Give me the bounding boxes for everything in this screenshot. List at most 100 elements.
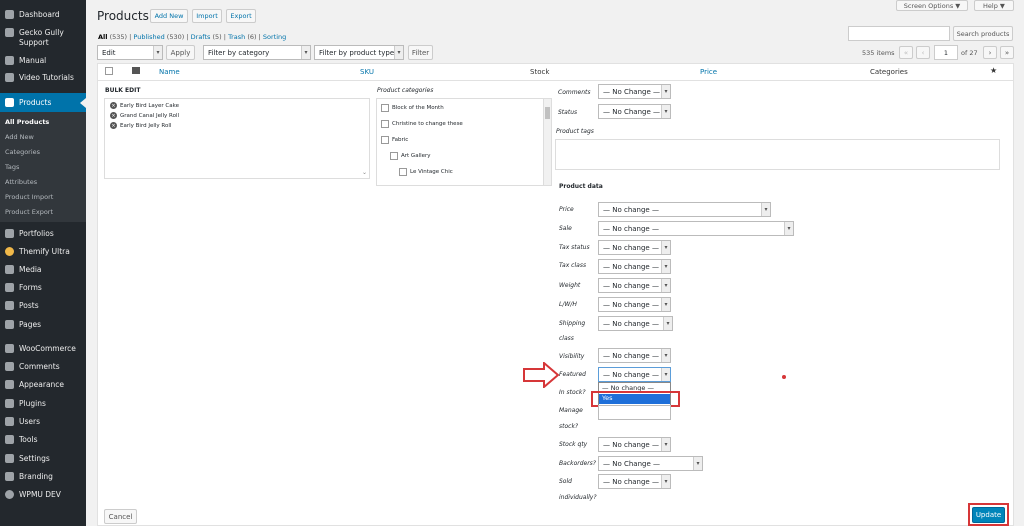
export-button[interactable]: Export	[226, 9, 256, 23]
submenu-all-products[interactable]: All Products	[5, 118, 49, 126]
featured-select[interactable]: — No change — ▾	[598, 367, 671, 382]
remove-icon[interactable]: ×	[110, 112, 117, 119]
search-input[interactable]	[848, 26, 950, 41]
chevron-down-icon: ▾	[661, 349, 670, 362]
menu-dashboard[interactable]: Dashboard	[0, 8, 86, 20]
settings-icon	[5, 454, 14, 463]
apply-button[interactable]: Apply	[166, 45, 195, 60]
category-checkbox[interactable]	[381, 136, 389, 144]
pages-icon	[5, 320, 14, 329]
backorders-select[interactable]: — No Change — ▾	[598, 456, 703, 471]
menu-gecko-gully[interactable]: Gecko Gully	[0, 27, 86, 37]
category-filter-select[interactable]: Filter by category ▾	[203, 45, 311, 60]
sale-select[interactable]: — No change — ▾	[598, 221, 794, 236]
menu-video-tutorials[interactable]: Video Tutorials	[0, 72, 86, 83]
sold-individually-select[interactable]: — No change — ▾	[598, 474, 671, 489]
bulk-item: × Early Bird Jelly Roll	[110, 122, 172, 129]
submenu-attributes[interactable]: Attributes	[5, 178, 37, 186]
prev-page-button[interactable]: ‹	[916, 46, 930, 59]
update-button[interactable]: Update	[972, 507, 1005, 523]
menu-plugins[interactable]: Plugins	[0, 398, 86, 409]
menu-pages[interactable]: Pages	[0, 319, 86, 330]
submenu-product-export[interactable]: Product Export	[5, 208, 53, 216]
filter-sorting[interactable]: Sorting	[263, 33, 286, 41]
stock-qty-label: Stock qty	[559, 441, 588, 448]
remove-icon[interactable]: ×	[110, 102, 117, 109]
filter-drafts[interactable]: Drafts	[191, 33, 211, 41]
sold-individually-label-2: individually?	[559, 494, 597, 501]
remove-icon[interactable]: ×	[110, 122, 117, 129]
status-select[interactable]: — No Change — ▾	[598, 104, 671, 119]
weight-select[interactable]: — No change — ▾	[598, 278, 671, 293]
category-checkbox[interactable]	[381, 120, 389, 128]
column-price[interactable]: Price	[700, 68, 717, 76]
menu-appearance[interactable]: Appearance	[0, 379, 86, 390]
page-number-input[interactable]: 1	[934, 45, 958, 60]
menu-themify-ultra[interactable]: Themify Ultra	[0, 246, 86, 257]
menu-woocommerce[interactable]: WooCommerce	[0, 343, 86, 354]
menu-manual[interactable]: Manual	[0, 55, 86, 66]
help-button[interactable]: Help ▼	[974, 0, 1014, 11]
box-icon	[5, 98, 14, 107]
first-page-button[interactable]: «	[899, 46, 913, 59]
chevron-down-icon: ▾	[661, 298, 670, 311]
screen-options-button[interactable]: Screen Options ▼	[896, 0, 968, 11]
import-button[interactable]: Import	[192, 9, 222, 23]
menu-comments[interactable]: Comments	[0, 361, 86, 372]
search-products-button[interactable]: Search products	[953, 26, 1013, 41]
price-select[interactable]: — No change — ▾	[598, 202, 771, 217]
menu-wpmu-dev[interactable]: WPMU DEV	[0, 489, 86, 500]
categories-scrollbar[interactable]	[543, 99, 551, 185]
filter-all[interactable]: All	[98, 33, 108, 41]
manage-stock-label: Manage	[559, 407, 583, 414]
filter-button[interactable]: Filter	[408, 45, 433, 60]
menu-media[interactable]: Media	[0, 264, 86, 275]
menu-users[interactable]: Users	[0, 416, 86, 427]
price-label: Price	[559, 206, 574, 213]
menu-forms[interactable]: Forms	[0, 282, 86, 293]
submenu-add-new[interactable]: Add New	[5, 133, 34, 141]
submenu-product-import[interactable]: Product Import	[5, 193, 53, 201]
scroll-down-icon[interactable]: ⌄	[362, 169, 367, 176]
cancel-button[interactable]: Cancel	[104, 509, 137, 524]
tax-class-select[interactable]: — No change — ▾	[598, 259, 671, 274]
filter-trash[interactable]: Trash	[228, 33, 245, 41]
stock-qty-select[interactable]: — No change — ▾	[598, 437, 671, 452]
product-tags-textarea[interactable]	[555, 139, 1000, 170]
submenu-categories[interactable]: Categories	[5, 148, 40, 156]
column-name[interactable]: Name	[159, 68, 180, 76]
submenu-tags[interactable]: Tags	[5, 163, 19, 171]
column-categories: Categories	[870, 68, 908, 76]
shipping-class-select[interactable]: — No change — ▾	[598, 316, 673, 331]
menu-support[interactable]: Support	[0, 37, 86, 47]
bulk-action-select[interactable]: Edit ▾	[97, 45, 163, 60]
menu-branding[interactable]: Branding	[0, 471, 86, 482]
portfolio-icon	[5, 229, 14, 238]
menu-products[interactable]: Products	[0, 93, 86, 112]
column-sku[interactable]: SKU	[360, 68, 374, 76]
select-all-checkbox[interactable]	[105, 67, 113, 75]
menu-settings[interactable]: Settings	[0, 453, 86, 464]
category-checkbox[interactable]	[381, 104, 389, 112]
manage-stock-select[interactable]	[598, 405, 671, 420]
menu-tools[interactable]: Tools	[0, 434, 86, 445]
visibility-select[interactable]: — No change — ▾	[598, 348, 671, 363]
tax-status-select[interactable]: — No change — ▾	[598, 240, 671, 255]
lwh-select[interactable]: — No change — ▾	[598, 297, 671, 312]
product-tags-label: Product tags	[556, 128, 594, 135]
chevron-down-icon: ▾	[661, 475, 670, 488]
category-checkbox[interactable]	[399, 168, 407, 176]
product-type-filter-select[interactable]: Filter by product type ▾	[314, 45, 404, 60]
filter-published-count: (530)	[166, 33, 185, 41]
comments-select[interactable]: — No Change — ▾	[598, 84, 671, 99]
add-new-button[interactable]: Add New	[150, 9, 188, 23]
menu-portfolios[interactable]: Portfolios	[0, 228, 86, 239]
category-checkbox[interactable]	[390, 152, 398, 160]
menu-posts[interactable]: Posts	[0, 300, 86, 311]
last-page-button[interactable]: »	[1000, 46, 1014, 59]
next-page-button[interactable]: ›	[983, 46, 997, 59]
filter-published[interactable]: Published	[133, 33, 164, 41]
filter-all-count: (535)	[109, 33, 128, 41]
filter-trash-count: (6)	[247, 33, 257, 41]
chevron-down-icon: ▾	[661, 438, 670, 451]
